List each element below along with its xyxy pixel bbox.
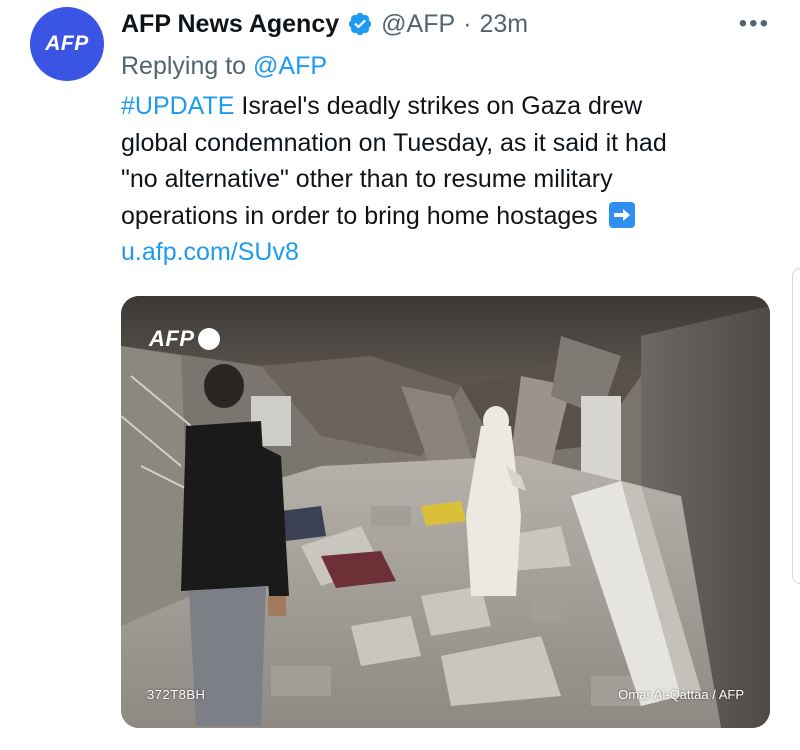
tweet-photo[interactable]: AFP 372T8BH Omar Al-Qattaa / AFP	[121, 296, 770, 728]
afp-watermark-circle	[197, 328, 220, 350]
tweet-url-link[interactable]: u.afp.com/SUv8	[121, 234, 761, 271]
tweet-text-line-4: operations in order to bring home hostag…	[121, 198, 761, 235]
hashtag-link[interactable]: #UPDATE	[121, 92, 234, 120]
tweet-card[interactable]: AFP AFP News Agency @AFP · 23m ••• Reply…	[0, 0, 800, 750]
tweet-text-line-1-rest: Israel's deadly strikes on Gaza drew	[234, 92, 643, 120]
avatar-logo-text: AFP	[45, 32, 89, 55]
tweet-text-line-4-text: operations in order to bring home hostag…	[121, 201, 598, 230]
separator-dot: ·	[463, 10, 472, 38]
reply-mention-link[interactable]: @AFP	[253, 52, 327, 80]
scrollbar[interactable]	[792, 268, 800, 584]
afp-watermark-text: AFP	[149, 326, 195, 351]
photo-id: 372T8BH	[147, 687, 206, 702]
photo-credit: Omar Al-Qattaa / AFP	[618, 687, 744, 702]
tweet-text-line-1: #UPDATE Israel's deadly strikes on Gaza …	[121, 88, 761, 125]
more-options-icon[interactable]: •••	[739, 12, 770, 36]
right-arrow-emoji-icon	[608, 201, 635, 228]
replying-to-line: Replying to @AFP	[121, 50, 327, 82]
afp-watermark-logo: AFP	[149, 326, 220, 352]
verified-badge-icon[interactable]	[347, 11, 373, 37]
tweet-text-line-2: global condemnation on Tuesday, as it sa…	[121, 128, 667, 157]
avatar[interactable]: AFP	[30, 7, 104, 81]
tweet-text: #UPDATE Israel's deadly strikes on Gaza …	[121, 88, 761, 271]
destroyed-building-photo	[121, 296, 770, 728]
tweet-timestamp[interactable]: 23m	[479, 8, 528, 40]
tweet-text-line-3: "no alternative" other than to resume mi…	[121, 165, 613, 193]
replying-to-label: Replying to	[121, 52, 247, 80]
tweet-header: AFP News Agency @AFP · 23m	[121, 8, 528, 40]
author-handle[interactable]: @AFP	[381, 8, 455, 40]
author-display-name[interactable]: AFP News Agency	[121, 8, 339, 40]
